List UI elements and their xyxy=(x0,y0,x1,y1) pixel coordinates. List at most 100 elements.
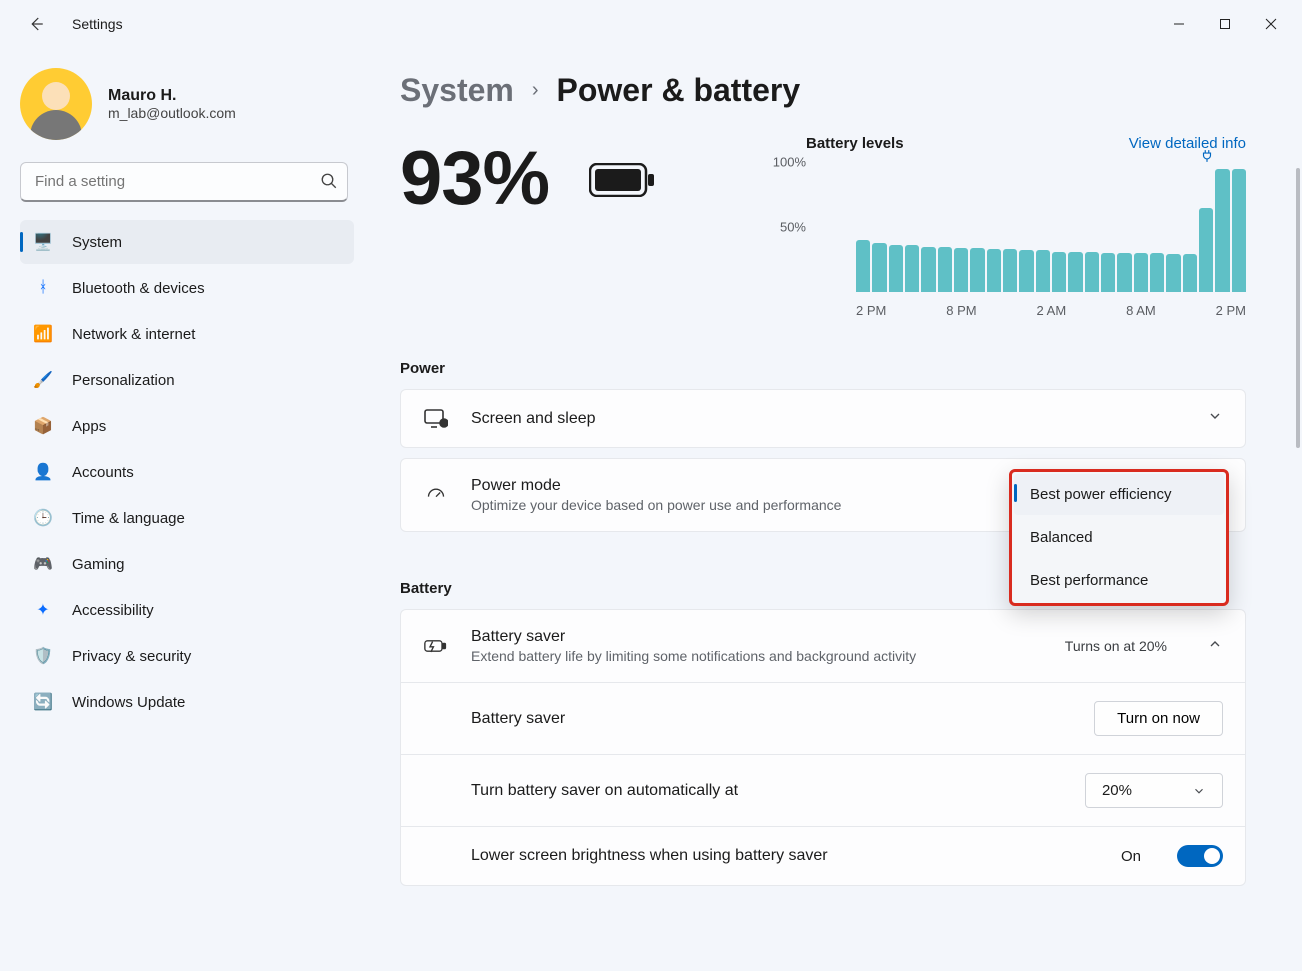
power-mode-title: Power mode xyxy=(471,477,841,495)
sidebar-item-update[interactable]: 🔄 Windows Update xyxy=(20,680,354,724)
section-power: Power xyxy=(400,360,1246,377)
sidebar-item-label: System xyxy=(72,234,122,251)
chart-bar xyxy=(1215,169,1229,293)
screen-sleep-label: Screen and sleep xyxy=(471,410,596,428)
screen-sleep-icon xyxy=(423,409,449,429)
nav: 🖥️System ᚼBluetooth & devices 📶 Network &… xyxy=(20,220,354,724)
breadcrumb-parent[interactable]: System xyxy=(400,72,514,109)
chart-bar xyxy=(872,243,886,292)
chart-bars xyxy=(856,162,1246,292)
sidebar-item-bluetooth[interactable]: ᚼBluetooth & devices xyxy=(20,266,354,310)
search-icon xyxy=(320,172,338,195)
xtick: 2 PM xyxy=(1216,303,1246,318)
chart-bar xyxy=(1085,252,1099,292)
sidebar-item-gaming[interactable]: 🎮Gaming xyxy=(20,542,354,586)
battery-saver-header-row[interactable]: Battery saver Extend battery life by lim… xyxy=(401,610,1245,682)
ytick-100: 100% xyxy=(773,155,806,170)
sidebar-item-privacy[interactable]: 🛡️Privacy & security xyxy=(20,634,354,678)
maximize-icon xyxy=(1219,18,1231,30)
sidebar-item-label: Accessibility xyxy=(72,602,154,619)
chevron-right-icon: › xyxy=(532,79,539,102)
brush-icon: 🖌️ xyxy=(32,369,54,391)
sidebar-item-time[interactable]: 🕒Time & language xyxy=(20,496,354,540)
chevron-down-icon xyxy=(1192,784,1206,798)
lower-brightness-label: Lower screen brightness when using batte… xyxy=(471,847,828,865)
update-icon: 🔄 xyxy=(32,691,54,713)
battery-saver-icon xyxy=(423,637,449,655)
clock-icon: 🕒 xyxy=(32,507,54,529)
auto-on-select[interactable]: 20% xyxy=(1085,773,1223,808)
app-title: Settings xyxy=(72,16,123,32)
chart-bar xyxy=(1052,252,1066,292)
close-button[interactable] xyxy=(1248,8,1294,40)
chart-bar xyxy=(954,248,968,292)
chart-bar xyxy=(1150,253,1164,292)
sidebar-item-accessibility[interactable]: ✦ Accessibility xyxy=(20,588,354,632)
battery-saver-card: Battery saver Extend battery life by lim… xyxy=(400,609,1246,886)
profile[interactable]: Mauro H. m_lab@outlook.com xyxy=(20,68,354,140)
user-email: m_lab@outlook.com xyxy=(108,105,236,121)
sidebar-item-network[interactable]: 📶 Network & internet xyxy=(20,312,354,356)
auto-on-label: Turn battery saver on automatically at xyxy=(471,782,738,800)
back-button[interactable] xyxy=(20,8,52,40)
sidebar-item-personalization[interactable]: 🖌️ Personalization xyxy=(20,358,354,402)
battery-saver-toggle-row: Battery saver Turn on now xyxy=(401,682,1245,754)
sidebar: Mauro H. m_lab@outlook.com 🖥️System ᚼBlu… xyxy=(0,48,360,971)
maximize-button[interactable] xyxy=(1202,8,1248,40)
option-balanced[interactable]: Balanced xyxy=(1014,517,1224,558)
sidebar-item-system[interactable]: 🖥️System xyxy=(20,220,354,264)
chart-bar xyxy=(1019,250,1033,292)
scrollbar[interactable] xyxy=(1296,168,1300,448)
chevron-up-icon xyxy=(1207,636,1223,657)
xtick: 2 AM xyxy=(1037,303,1067,318)
sidebar-item-label: Gaming xyxy=(72,556,125,573)
chart-bar xyxy=(970,248,984,292)
chart-bar xyxy=(1068,252,1082,292)
turn-on-now-button[interactable]: Turn on now xyxy=(1094,701,1223,736)
user-name: Mauro H. xyxy=(108,87,236,105)
chart-bar xyxy=(1232,169,1246,293)
option-best-efficiency[interactable]: Best power efficiency xyxy=(1014,474,1224,515)
search-input[interactable] xyxy=(20,162,348,202)
sidebar-item-label: Network & internet xyxy=(72,326,195,343)
chart-bar xyxy=(1183,254,1197,292)
person-icon: 👤 xyxy=(32,461,54,483)
chart-bar xyxy=(1003,249,1017,292)
wifi-icon: 📶 xyxy=(32,323,54,345)
chart-bar xyxy=(1134,253,1148,292)
apps-icon: 📦 xyxy=(32,415,54,437)
battery-saver-status: Turns on at 20% xyxy=(1065,638,1167,654)
battery-percent: 93% xyxy=(400,135,549,222)
sidebar-item-label: Privacy & security xyxy=(72,648,191,665)
chart-bar xyxy=(1166,254,1180,292)
sidebar-item-label: Personalization xyxy=(72,372,175,389)
chart-bar xyxy=(1036,250,1050,292)
power-mode-dropdown: Best power efficiency Balanced Best perf… xyxy=(1009,469,1229,606)
main-content: System › Power & battery 93% Battery lev… xyxy=(360,48,1302,971)
battery-saver-sub: Extend battery life by limiting some not… xyxy=(471,648,916,664)
accessibility-icon: ✦ xyxy=(32,599,54,621)
screen-sleep-card[interactable]: Screen and sleep xyxy=(400,389,1246,448)
close-icon xyxy=(1265,18,1277,30)
view-detailed-link[interactable]: View detailed info xyxy=(1129,135,1246,152)
sidebar-item-accounts[interactable]: 👤Accounts xyxy=(20,450,354,494)
toggle-state-label: On xyxy=(1121,848,1141,865)
sidebar-item-label: Windows Update xyxy=(72,694,185,711)
power-mode-icon xyxy=(423,485,449,505)
chart-bar xyxy=(856,240,870,292)
xtick: 8 AM xyxy=(1126,303,1156,318)
option-best-performance[interactable]: Best performance xyxy=(1014,560,1224,601)
chart-bar xyxy=(1199,208,1213,293)
ytick-50: 50% xyxy=(780,220,806,235)
breadcrumb: System › Power & battery xyxy=(400,72,1246,109)
xtick: 8 PM xyxy=(946,303,976,318)
search-box xyxy=(20,162,354,202)
sidebar-item-apps[interactable]: 📦Apps xyxy=(20,404,354,448)
chevron-down-icon xyxy=(1207,408,1223,429)
power-mode-card[interactable]: Power mode Optimize your device based on… xyxy=(400,458,1246,532)
lower-brightness-toggle[interactable] xyxy=(1177,845,1223,867)
minimize-button[interactable] xyxy=(1156,8,1202,40)
sidebar-item-label: Bluetooth & devices xyxy=(72,280,205,297)
chart-bar xyxy=(987,249,1001,292)
avatar xyxy=(20,68,92,140)
